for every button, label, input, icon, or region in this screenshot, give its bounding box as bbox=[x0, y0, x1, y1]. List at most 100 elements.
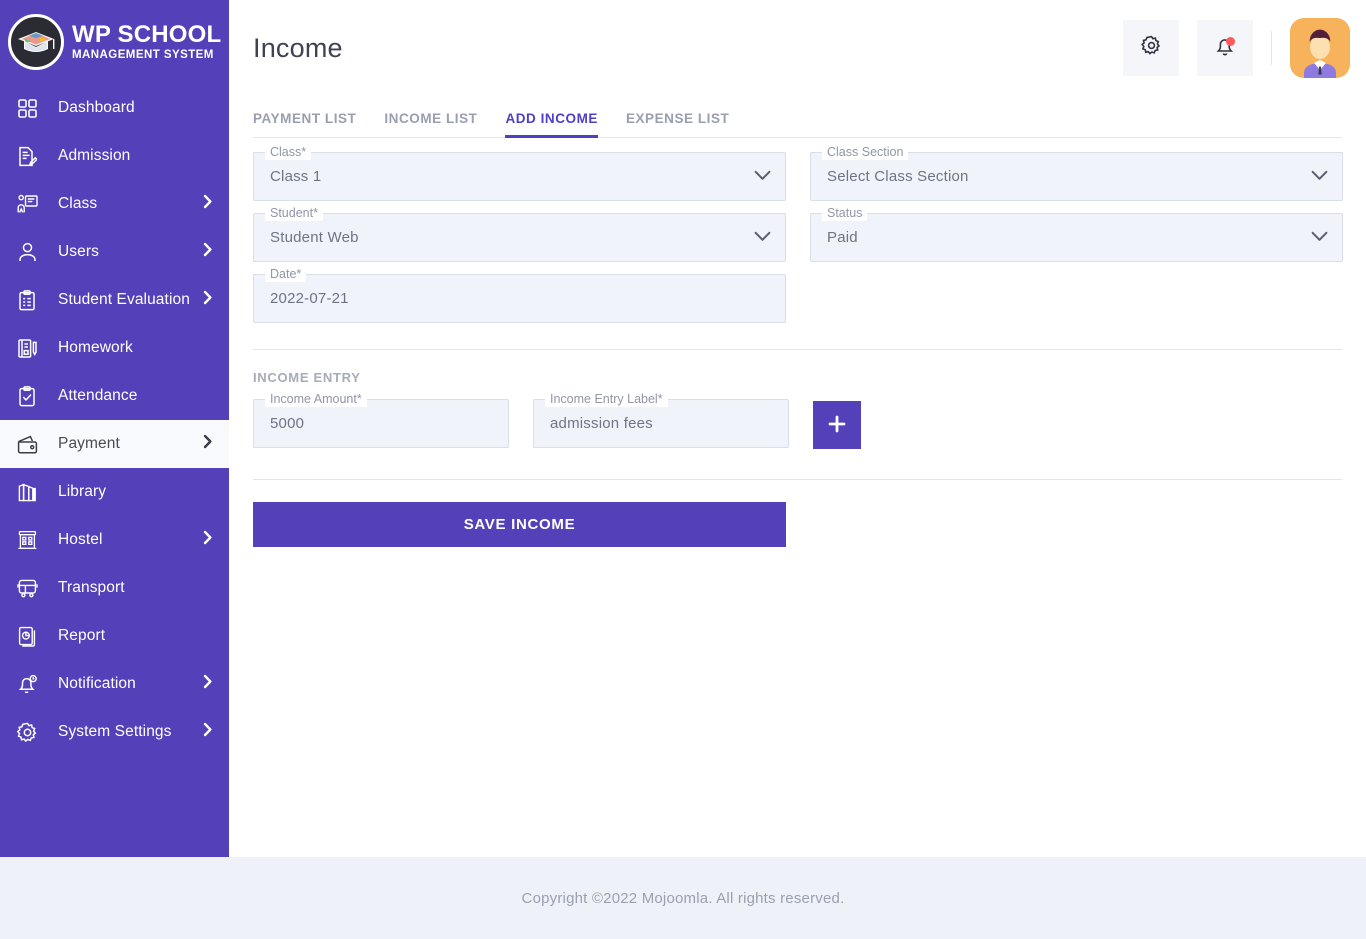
sidebar-item-system-settings[interactable]: System Settings bbox=[0, 708, 229, 756]
status-label: Status bbox=[822, 205, 868, 221]
chevron-right-icon bbox=[203, 290, 213, 310]
notebook-pen-icon bbox=[14, 335, 40, 361]
save-income-button[interactable]: SAVE INCOME bbox=[253, 502, 786, 547]
sidebar-item-homework[interactable]: Homework bbox=[0, 324, 229, 372]
sidebar-item-label: Dashboard bbox=[58, 99, 135, 116]
notification-badge-dot bbox=[1226, 37, 1235, 46]
avatar[interactable] bbox=[1290, 18, 1350, 78]
gear-icon bbox=[14, 719, 40, 745]
income-entry-row: Income Amount* 5000 Income Entry Label* … bbox=[253, 391, 1342, 449]
income-entry-label-label: Income Entry Label* bbox=[545, 391, 668, 407]
tab-add-income[interactable]: ADD INCOME bbox=[505, 111, 598, 138]
sidebar: WP SCHOOL MANAGEMENT SYSTEM Dashboard Ad… bbox=[0, 0, 229, 857]
sidebar-item-label: Report bbox=[58, 627, 106, 644]
income-entry-label-field[interactable]: Income Entry Label* admission fees bbox=[533, 391, 789, 448]
plus-icon bbox=[827, 414, 847, 437]
footer: Copyright ©2022 Mojoomla. All rights res… bbox=[0, 857, 1366, 939]
class-section-value: Select Class Section bbox=[827, 168, 969, 185]
status-field[interactable]: Status Paid bbox=[810, 205, 1343, 262]
sidebar-item-label: System Settings bbox=[58, 723, 172, 740]
income-amount-label: Income Amount* bbox=[265, 391, 367, 407]
sidebar-item-transport[interactable]: Transport bbox=[0, 564, 229, 612]
class-section-label: Class Section bbox=[822, 144, 909, 160]
student-label: Student* bbox=[265, 205, 323, 221]
student-field[interactable]: Student* Student Web bbox=[253, 205, 786, 262]
tab-income-list[interactable]: INCOME LIST bbox=[384, 111, 477, 137]
graduation-cap-icon bbox=[18, 32, 55, 52]
sidebar-item-report[interactable]: Report bbox=[0, 612, 229, 660]
sidebar-item-label: Notification bbox=[58, 675, 136, 692]
chevron-right-icon bbox=[203, 242, 213, 262]
chevron-down-icon bbox=[754, 168, 771, 186]
sidebar-item-payment[interactable]: Payment bbox=[0, 420, 229, 468]
sidebar-item-label: Admission bbox=[58, 147, 131, 164]
sidebar-item-library[interactable]: Library bbox=[0, 468, 229, 516]
page-title: Income bbox=[253, 32, 343, 63]
chevron-right-icon bbox=[203, 434, 213, 454]
income-form: Class* Class 1 Class Section Select Clas… bbox=[253, 144, 1343, 335]
sidebar-item-label: Hostel bbox=[58, 531, 103, 548]
sidebar-nav: Dashboard Admission Class Users Student … bbox=[0, 84, 229, 756]
copyright-text: Copyright ©2022 Mojoomla. All rights res… bbox=[521, 889, 845, 907]
status-value: Paid bbox=[827, 229, 858, 246]
date-field[interactable]: Date* 2022-07-21 bbox=[253, 266, 786, 323]
income-amount-field[interactable]: Income Amount* 5000 bbox=[253, 391, 509, 448]
teacher-board-icon bbox=[14, 191, 40, 217]
brand-title: WP SCHOOL bbox=[72, 20, 222, 48]
income-entry-heading: INCOME ENTRY bbox=[253, 370, 361, 385]
class-label: Class* bbox=[265, 144, 312, 160]
sidebar-item-notification[interactable]: Notification bbox=[0, 660, 229, 708]
user-icon bbox=[14, 239, 40, 265]
chevron-down-icon bbox=[1311, 229, 1328, 247]
sidebar-item-label: Student Evaluation bbox=[58, 291, 190, 308]
add-income-entry-button[interactable] bbox=[813, 401, 861, 449]
sidebar-item-dashboard[interactable]: Dashboard bbox=[0, 84, 229, 132]
student-select[interactable]: Student Web bbox=[253, 213, 786, 262]
settings-button[interactable] bbox=[1123, 20, 1179, 76]
sidebar-item-label: Users bbox=[58, 243, 99, 260]
wallet-icon bbox=[14, 431, 40, 457]
class-field[interactable]: Class* Class 1 bbox=[253, 144, 786, 201]
top-bar-actions bbox=[1123, 0, 1350, 96]
save-row: SAVE INCOME bbox=[253, 502, 1342, 547]
user-avatar-icon bbox=[1290, 18, 1350, 78]
sidebar-item-hostel[interactable]: Hostel bbox=[0, 516, 229, 564]
chevron-right-icon bbox=[203, 194, 213, 214]
books-icon bbox=[14, 479, 40, 505]
brand-subtitle: MANAGEMENT SYSTEM bbox=[72, 48, 214, 61]
sidebar-item-class[interactable]: Class bbox=[0, 180, 229, 228]
class-select[interactable]: Class 1 bbox=[253, 152, 786, 201]
date-label: Date* bbox=[265, 266, 307, 282]
bus-icon bbox=[14, 575, 40, 601]
app-root: WP SCHOOL MANAGEMENT SYSTEM Dashboard Ad… bbox=[0, 0, 1366, 939]
main-area: Income PAYMENT LIST INCOME LIST ADD INCO… bbox=[229, 0, 1366, 857]
sidebar-item-student-evaluation[interactable]: Student Evaluation bbox=[0, 276, 229, 324]
tab-expense-list[interactable]: EXPENSE LIST bbox=[626, 111, 729, 137]
gear-icon bbox=[1140, 35, 1162, 61]
header-divider bbox=[1271, 31, 1272, 65]
tab-payment-list[interactable]: PAYMENT LIST bbox=[253, 111, 356, 137]
class-section-field[interactable]: Class Section Select Class Section bbox=[810, 144, 1343, 201]
brand-logo[interactable]: WP SCHOOL MANAGEMENT SYSTEM bbox=[0, 0, 229, 72]
sidebar-item-label: Payment bbox=[58, 435, 120, 452]
building-icon bbox=[14, 527, 40, 553]
notifications-button[interactable] bbox=[1197, 20, 1253, 76]
sidebar-item-admission[interactable]: Admission bbox=[0, 132, 229, 180]
top-bar: Income bbox=[229, 0, 1366, 96]
sidebar-item-label: Class bbox=[58, 195, 98, 212]
sidebar-item-users[interactable]: Users bbox=[0, 228, 229, 276]
section-divider-top bbox=[253, 349, 1342, 350]
date-value: 2022-07-21 bbox=[270, 290, 349, 307]
report-chart-icon bbox=[14, 623, 40, 649]
status-select[interactable]: Paid bbox=[810, 213, 1343, 262]
clipboard-check-icon bbox=[14, 287, 40, 313]
student-value: Student Web bbox=[270, 229, 359, 246]
school-logo-icon bbox=[8, 14, 64, 70]
date-input[interactable]: 2022-07-21 bbox=[253, 274, 786, 323]
chevron-right-icon bbox=[203, 530, 213, 550]
sidebar-item-attendance[interactable]: Attendance bbox=[0, 372, 229, 420]
bell-icon bbox=[14, 671, 40, 697]
sidebar-item-label: Library bbox=[58, 483, 107, 500]
class-value: Class 1 bbox=[270, 168, 322, 185]
chevron-right-icon bbox=[203, 674, 213, 694]
